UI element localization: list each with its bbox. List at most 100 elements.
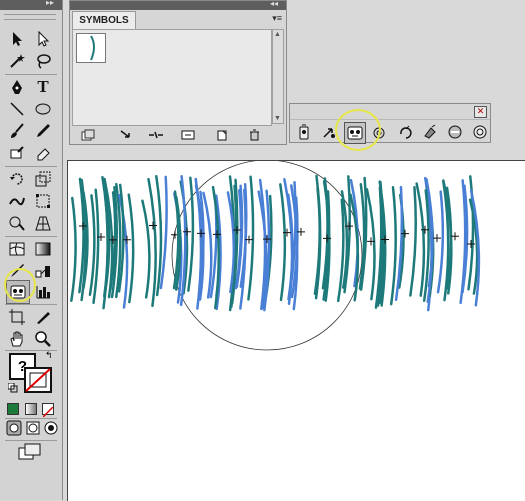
- free-transform-tool[interactable]: [32, 190, 54, 212]
- tools-panel-titlebar[interactable]: ▸▸: [0, 0, 62, 10]
- blob-brush-tool[interactable]: [6, 142, 28, 164]
- gradient-mode-icon[interactable]: [25, 403, 37, 415]
- eraser-icon: [37, 148, 50, 161]
- grass-symbol-instance[interactable]: [415, 182, 426, 297]
- break-link-icon[interactable]: [148, 128, 164, 142]
- zoom-tool[interactable]: [32, 328, 54, 350]
- magic-wand-icon: [10, 54, 25, 68]
- artboard-icon: [9, 309, 25, 325]
- sprayer-highlight-circle: [4, 268, 36, 302]
- mesh-icon: [9, 242, 25, 256]
- grass-symbol-instance[interactable]: [202, 191, 213, 299]
- symbol-screener-icon: [448, 125, 462, 139]
- grass-symbol-instance[interactable]: [155, 174, 163, 297]
- pencil-icon: [37, 124, 50, 137]
- line-icon: [10, 102, 24, 116]
- none-stroke-icon: [24, 367, 52, 393]
- perspective-grid-icon: [35, 216, 51, 231]
- draw-behind-icon[interactable]: [25, 420, 41, 436]
- close-icon[interactable]: ✕: [474, 106, 487, 118]
- symbol-screener-tool[interactable]: [445, 122, 465, 142]
- pen-icon: [12, 80, 22, 94]
- perspective-grid-tool[interactable]: [32, 212, 54, 234]
- hand-icon: [10, 331, 23, 347]
- grass-symbol-instance[interactable]: [70, 196, 77, 302]
- symbol-sprayer-icon: [299, 124, 309, 140]
- selection-tool[interactable]: [6, 28, 28, 50]
- panel-menu-icon[interactable]: ▾≡: [272, 13, 282, 24]
- draw-inside-icon[interactable]: [43, 420, 59, 436]
- symbols-scrollbar[interactable]: ▲ ▼: [272, 29, 284, 124]
- symbol-spinner-tool[interactable]: [395, 122, 415, 142]
- collapse-icon[interactable]: ◂◂: [270, 0, 278, 8]
- grass-symbol-instance[interactable]: [409, 185, 417, 297]
- artboard-tool[interactable]: [6, 306, 28, 328]
- shape-builder-tool[interactable]: [6, 212, 28, 234]
- grass-symbol-instance[interactable]: [187, 176, 195, 292]
- direct-selection-tool[interactable]: [32, 28, 54, 50]
- grass-symbol-instance[interactable]: [279, 183, 287, 302]
- free-transform-icon: [36, 194, 50, 208]
- rotate-icon: [10, 173, 23, 185]
- default-colors-icon[interactable]: [7, 380, 18, 393]
- paintbrush-tool[interactable]: [6, 120, 28, 142]
- zoom-icon: [35, 331, 51, 347]
- none-mode-icon[interactable]: [42, 403, 54, 418]
- scale-icon: [35, 171, 51, 187]
- paintbrush-icon: [11, 123, 24, 138]
- line-segment-tool[interactable]: [6, 98, 28, 120]
- new-symbol-icon[interactable]: [214, 128, 230, 142]
- place-symbol-icon[interactable]: [118, 128, 134, 142]
- grass-symbol-instance[interactable]: [141, 199, 151, 299]
- grass-symbol-instance[interactable]: [436, 190, 445, 294]
- grass-symbol-instance[interactable]: [88, 194, 96, 297]
- blend-icon: [35, 266, 50, 278]
- swap-fill-stroke-icon[interactable]: ↰: [45, 350, 53, 361]
- symbols-tab[interactable]: SYMBOLS: [72, 11, 136, 29]
- shape-builder-icon: [9, 216, 25, 231]
- symbol-options-icon[interactable]: [180, 128, 196, 142]
- panel-grip[interactable]: [4, 14, 56, 20]
- scroll-down-icon[interactable]: ▼: [274, 115, 281, 122]
- mesh-tool[interactable]: [6, 238, 28, 260]
- symbol-stainer-icon: [424, 124, 436, 139]
- tools-panel: ▸▸ T ? ↰: [0, 0, 63, 500]
- symbol-spinner-icon: [400, 125, 412, 139]
- ellipse-tool[interactable]: [32, 98, 54, 120]
- screen-mode-icon[interactable]: [18, 443, 42, 461]
- symbol-sprayer-tool[interactable]: [294, 122, 314, 142]
- eraser-tool[interactable]: [32, 142, 54, 164]
- symbol-stainer-tool[interactable]: [420, 122, 440, 142]
- grass-symbol-instance[interactable]: [389, 186, 397, 306]
- warp-tool[interactable]: [6, 190, 28, 212]
- symbol-styler-tool[interactable]: [470, 122, 490, 142]
- symbol-swatch-grass[interactable]: [76, 33, 106, 63]
- hand-tool[interactable]: [6, 328, 28, 350]
- grass-symbol-instance[interactable]: [127, 193, 135, 304]
- stroke-swatch[interactable]: [24, 367, 52, 393]
- toolbar-titlebar[interactable]: ✕: [290, 104, 490, 120]
- draw-normal-icon[interactable]: [6, 420, 22, 436]
- rotate-tool[interactable]: [6, 168, 28, 190]
- magic-wand-tool[interactable]: [6, 50, 28, 72]
- artboard-canvas[interactable]: [67, 160, 525, 501]
- symbols-panel-titlebar[interactable]: ◂◂: [70, 0, 286, 10]
- pencil-tool[interactable]: [32, 120, 54, 142]
- lasso-tool[interactable]: [32, 50, 54, 72]
- scruncher-highlight-circle: [335, 109, 381, 151]
- delete-symbol-icon[interactable]: [246, 128, 262, 142]
- gradient-tool[interactable]: [32, 238, 54, 260]
- blend-tool[interactable]: [32, 260, 54, 282]
- symbolism-tools-toolbar: ✕: [289, 103, 491, 144]
- column-graph-icon: [36, 286, 50, 299]
- collapse-icon[interactable]: ▸▸: [46, 0, 54, 7]
- scale-tool[interactable]: [32, 168, 54, 190]
- scroll-up-icon[interactable]: ▲: [274, 31, 281, 38]
- symbol-libraries-icon[interactable]: [80, 128, 96, 142]
- type-tool[interactable]: T: [32, 76, 54, 98]
- symbols-list: [72, 29, 272, 126]
- slice-tool[interactable]: [32, 306, 54, 328]
- pen-tool[interactable]: [6, 76, 28, 98]
- lasso-icon: [37, 54, 51, 69]
- color-mode-icon[interactable]: [7, 403, 19, 415]
